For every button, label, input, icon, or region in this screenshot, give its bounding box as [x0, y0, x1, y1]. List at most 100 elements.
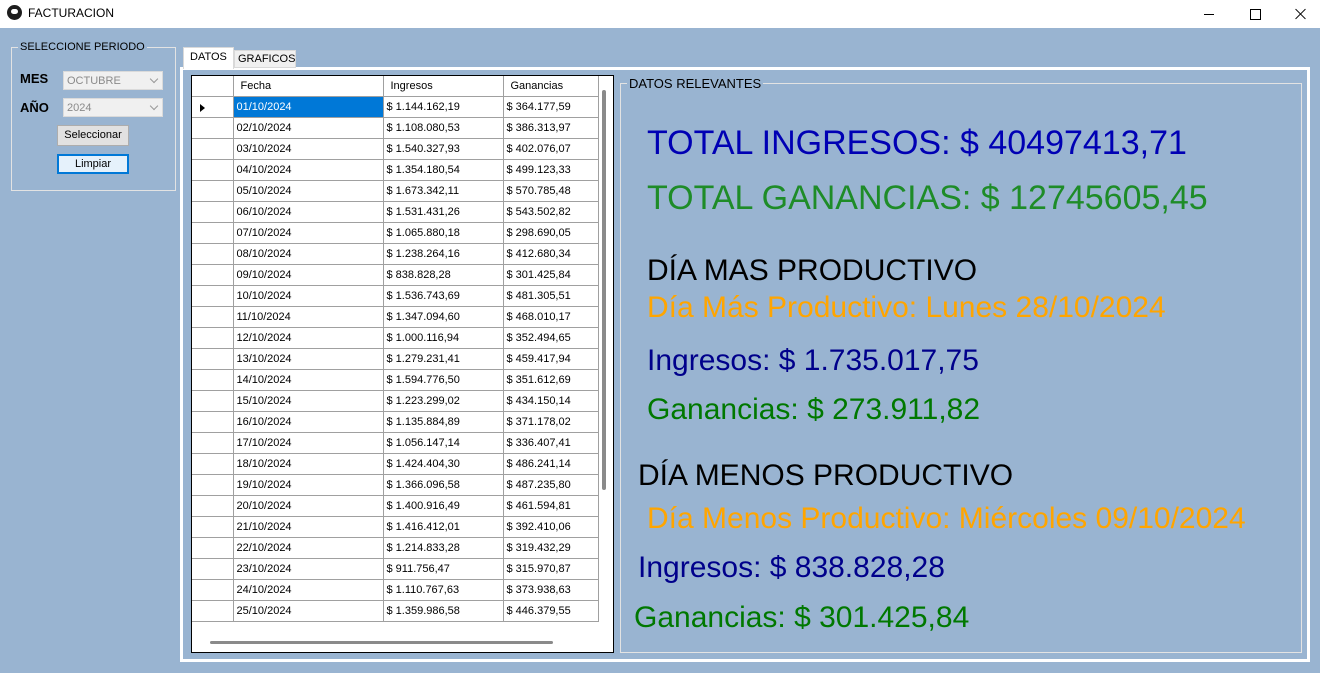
table-cell-ingresos[interactable]: $ 1.354.180,54: [383, 159, 504, 181]
table-cell-ingresos[interactable]: $ 1.135.884,89: [383, 411, 504, 433]
row-header[interactable]: [192, 222, 234, 244]
table-cell-fecha[interactable]: 10/10/2024: [233, 285, 384, 307]
table-row[interactable]: 01/10/2024 $ 1.144.162,19 $ 364.177,59: [192, 96, 599, 118]
row-header[interactable]: [192, 201, 234, 223]
row-header[interactable]: [192, 264, 234, 286]
table-row[interactable]: 07/10/2024 $ 1.065.880,18 $ 298.690,05: [192, 222, 599, 244]
table-row[interactable]: 11/10/2024 $ 1.347.094,60 $ 468.010,17: [192, 306, 599, 328]
table-cell-fecha[interactable]: 16/10/2024: [233, 411, 384, 433]
row-header[interactable]: [192, 306, 234, 328]
clear-button[interactable]: Limpiar: [57, 154, 129, 174]
table-row[interactable]: 24/10/2024 $ 1.110.767,63 $ 373.938,63: [192, 579, 599, 601]
table-cell-ganancias[interactable]: $ 459.417,94: [503, 348, 599, 370]
table-cell-ganancias[interactable]: $ 468.010,17: [503, 306, 599, 328]
table-row[interactable]: 17/10/2024 $ 1.056.147,14 $ 336.407,41: [192, 432, 599, 454]
table-cell-ganancias[interactable]: $ 351.612,69: [503, 369, 599, 391]
table-cell-fecha[interactable]: 22/10/2024: [233, 537, 384, 559]
vertical-scrollbar[interactable]: [602, 90, 606, 490]
row-header[interactable]: [192, 495, 234, 517]
table-row[interactable]: 09/10/2024 $ 838.828,28 $ 301.425,84: [192, 264, 599, 286]
table-cell-ingresos[interactable]: $ 1.279.231,41: [383, 348, 504, 370]
table-row[interactable]: 23/10/2024 $ 911.756,47 $ 315.970,87: [192, 558, 599, 580]
table-cell-ganancias[interactable]: $ 301.425,84: [503, 264, 599, 286]
row-header[interactable]: [192, 117, 234, 139]
table-cell-ingresos[interactable]: $ 1.416.412,01: [383, 516, 504, 538]
row-header[interactable]: [192, 138, 234, 160]
table-cell-fecha[interactable]: 20/10/2024: [233, 495, 384, 517]
horizontal-scrollbar[interactable]: [210, 641, 553, 644]
table-cell-ganancias[interactable]: $ 402.076,07: [503, 138, 599, 160]
table-cell-ingresos[interactable]: $ 1.673.342,11: [383, 180, 504, 202]
table-cell-ingresos[interactable]: $ 1.540.327,93: [383, 138, 504, 160]
table-cell-fecha[interactable]: 25/10/2024: [233, 600, 384, 622]
table-cell-ingresos[interactable]: $ 1.238.264,16: [383, 243, 504, 265]
table-cell-ingresos[interactable]: $ 1.536.743,69: [383, 285, 504, 307]
column-header-fecha[interactable]: Fecha: [233, 76, 384, 97]
table-cell-ganancias[interactable]: $ 446.379,55: [503, 600, 599, 622]
mes-select[interactable]: OCTUBRE: [63, 71, 163, 90]
table-row[interactable]: 18/10/2024 $ 1.424.404,30 $ 486.241,14: [192, 453, 599, 475]
table-cell-fecha[interactable]: 06/10/2024: [233, 201, 384, 223]
anio-select[interactable]: 2024: [63, 98, 163, 117]
table-cell-fecha[interactable]: 07/10/2024: [233, 222, 384, 244]
table-row[interactable]: 16/10/2024 $ 1.135.884,89 $ 371.178,02: [192, 411, 599, 433]
table-cell-fecha[interactable]: 21/10/2024: [233, 516, 384, 538]
table-row[interactable]: 15/10/2024 $ 1.223.299,02 $ 434.150,14: [192, 390, 599, 412]
table-row[interactable]: 04/10/2024 $ 1.354.180,54 $ 499.123,33: [192, 159, 599, 181]
table-cell-ingresos[interactable]: $ 1.366.096,58: [383, 474, 504, 496]
table-row[interactable]: 22/10/2024 $ 1.214.833,28 $ 319.432,29: [192, 537, 599, 559]
table-cell-ingresos[interactable]: $ 1.144.162,19: [383, 96, 504, 118]
table-cell-ganancias[interactable]: $ 412.680,34: [503, 243, 599, 265]
table-cell-ganancias[interactable]: $ 364.177,59: [503, 96, 599, 118]
table-cell-ganancias[interactable]: $ 373.938,63: [503, 579, 599, 601]
table-cell-ganancias[interactable]: $ 298.690,05: [503, 222, 599, 244]
row-header[interactable]: [192, 390, 234, 412]
table-cell-ingresos[interactable]: $ 1.056.147,14: [383, 432, 504, 454]
table-cell-fecha[interactable]: 15/10/2024: [233, 390, 384, 412]
table-cell-ingresos[interactable]: $ 911.756,47: [383, 558, 504, 580]
table-row[interactable]: 19/10/2024 $ 1.366.096,58 $ 487.235,80: [192, 474, 599, 496]
row-header[interactable]: [192, 579, 234, 601]
table-cell-ingresos[interactable]: $ 1.108.080,53: [383, 117, 504, 139]
tab-graficos[interactable]: GRAFICOS: [234, 50, 296, 68]
close-button[interactable]: [1278, 0, 1320, 28]
select-button[interactable]: Seleccionar: [57, 125, 129, 146]
table-row[interactable]: 21/10/2024 $ 1.416.412,01 $ 392.410,06: [192, 516, 599, 538]
table-row[interactable]: 14/10/2024 $ 1.594.776,50 $ 351.612,69: [192, 369, 599, 391]
table-cell-ganancias[interactable]: $ 499.123,33: [503, 159, 599, 181]
row-header[interactable]: [192, 285, 234, 307]
data-grid[interactable]: Fecha Ingresos Ganancias 01/10/2024 $ 1.1…: [191, 75, 614, 653]
row-header[interactable]: [192, 537, 234, 559]
table-cell-ganancias[interactable]: $ 543.502,82: [503, 201, 599, 223]
table-cell-fecha[interactable]: 05/10/2024: [233, 180, 384, 202]
table-cell-ingresos[interactable]: $ 1.359.986,58: [383, 600, 504, 622]
table-cell-fecha[interactable]: 02/10/2024: [233, 117, 384, 139]
table-cell-ingresos[interactable]: $ 1.214.833,28: [383, 537, 504, 559]
table-row[interactable]: 25/10/2024 $ 1.359.986,58 $ 446.379,55: [192, 600, 599, 622]
table-cell-fecha[interactable]: 23/10/2024: [233, 558, 384, 580]
tab-datos[interactable]: DATOS: [183, 47, 234, 69]
column-header-ingresos[interactable]: Ingresos: [383, 76, 504, 97]
table-cell-fecha[interactable]: 01/10/2024: [233, 96, 384, 118]
table-cell-ganancias[interactable]: $ 486.241,14: [503, 453, 599, 475]
table-cell-ingresos[interactable]: $ 1.065.880,18: [383, 222, 504, 244]
row-header[interactable]: [192, 600, 234, 622]
table-cell-ingresos[interactable]: $ 1.000.116,94: [383, 327, 504, 349]
table-cell-fecha[interactable]: 03/10/2024: [233, 138, 384, 160]
table-row[interactable]: 20/10/2024 $ 1.400.916,49 $ 461.594,81: [192, 495, 599, 517]
table-cell-ganancias[interactable]: $ 570.785,48: [503, 180, 599, 202]
table-row[interactable]: 06/10/2024 $ 1.531.431,26 $ 543.502,82: [192, 201, 599, 223]
table-cell-fecha[interactable]: 04/10/2024: [233, 159, 384, 181]
table-cell-ingresos[interactable]: $ 1.400.916,49: [383, 495, 504, 517]
table-cell-ganancias[interactable]: $ 481.305,51: [503, 285, 599, 307]
table-cell-ingresos[interactable]: $ 838.828,28: [383, 264, 504, 286]
table-cell-ingresos[interactable]: $ 1.223.299,02: [383, 390, 504, 412]
row-header[interactable]: [192, 474, 234, 496]
row-header[interactable]: [192, 411, 234, 433]
table-cell-ganancias[interactable]: $ 434.150,14: [503, 390, 599, 412]
table-row[interactable]: 12/10/2024 $ 1.000.116,94 $ 352.494,65: [192, 327, 599, 349]
table-cell-fecha[interactable]: 24/10/2024: [233, 579, 384, 601]
table-cell-ganancias[interactable]: $ 392.410,06: [503, 516, 599, 538]
table-cell-ingresos[interactable]: $ 1.594.776,50: [383, 369, 504, 391]
table-cell-fecha[interactable]: 08/10/2024: [233, 243, 384, 265]
